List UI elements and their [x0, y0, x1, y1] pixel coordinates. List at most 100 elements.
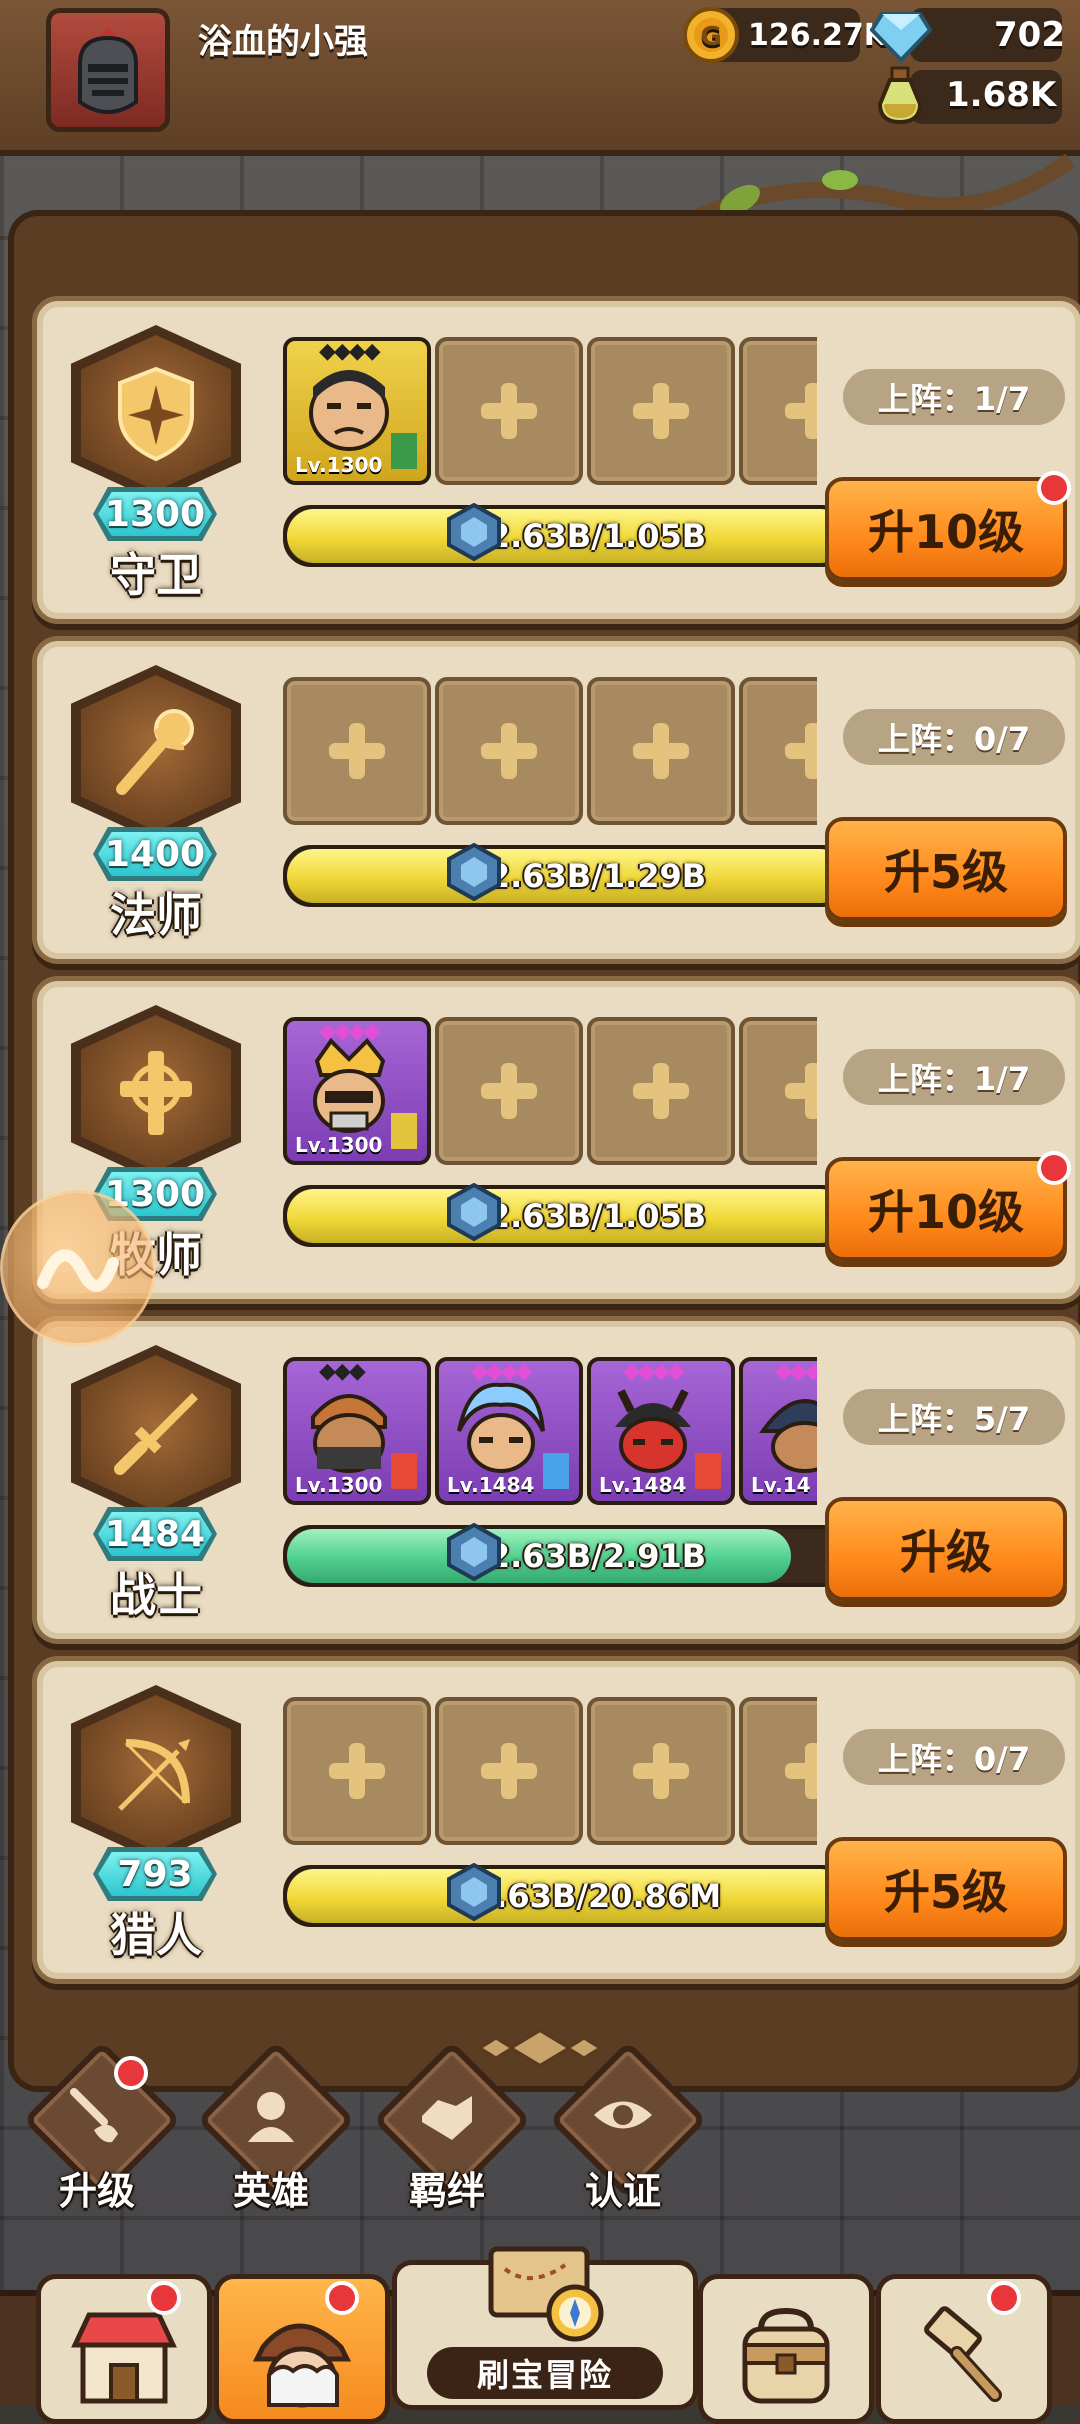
adventure-label: 刷宝冒险: [427, 2347, 663, 2399]
class-badge: [71, 665, 241, 841]
hero-slots: ◆◆◆◆ Lv.1300: [283, 337, 817, 487]
shield-icon: [118, 366, 194, 462]
empty-slot-add[interactable]: [739, 677, 817, 825]
hero-slot-filled[interactable]: ◆◆◆◆ Lv.1300: [283, 1017, 431, 1165]
top-bar: 浴血的小强 G 126.27K 702 1.68K: [0, 0, 1080, 156]
plus-icon: [329, 1743, 385, 1799]
plus-icon: [633, 383, 689, 439]
level-up-button[interactable]: 升5级: [825, 1837, 1067, 1941]
upgrade-progress-bar: 2.63B/1.29B: [283, 845, 851, 907]
notification-dot: [1037, 471, 1071, 505]
diamond-icon: [870, 12, 932, 63]
subnav-label: 羁绊: [408, 2169, 485, 2213]
player-avatar[interactable]: [46, 8, 170, 132]
adventure-button[interactable]: 刷宝冒险: [392, 2246, 698, 2410]
hero-slots: [283, 1697, 817, 1847]
empty-slot-add[interactable]: [587, 1017, 735, 1165]
level-up-button[interactable]: 升10级: [825, 1157, 1067, 1261]
upgrade-stone-icon: [447, 1523, 501, 1581]
upgrade-progress-bar: 2.63B/1.05B: [283, 1185, 851, 1247]
empty-slot-add[interactable]: [435, 677, 583, 825]
hero-slots: ◆◆◆ Lv.1300 ◆◆◆◆ Lv.1484 ◆◆◆◆ Lv.1484 ◆◆…: [283, 1357, 817, 1507]
level-up-button[interactable]: 升10级: [825, 477, 1067, 581]
empty-slot-add[interactable]: [587, 677, 735, 825]
sword-icon: [114, 1393, 198, 1475]
class-name: 战士: [110, 1568, 202, 1622]
class-badge: [71, 1685, 241, 1861]
plus-icon: [481, 383, 537, 439]
class-card-guard: 1300 守卫 ◆◆◆◆ Lv.1300 上阵：1/7 2.63B/1.05B: [32, 296, 1080, 624]
plus-icon: [785, 723, 817, 779]
class-level-badge: 1400: [93, 827, 217, 881]
tab-forge[interactable]: [876, 2274, 1052, 2424]
hero-level: Lv.1484: [599, 1473, 687, 1497]
hero-slot-filled[interactable]: ◆◆◆◆ Lv.1300: [283, 337, 431, 485]
tab-hero[interactable]: [214, 2274, 390, 2424]
class-card-hunter: 793 猎人 上阵：0/7 2.63B/20.86M 升5级: [32, 1656, 1080, 1984]
subnav-certify[interactable]: 认证: [548, 2040, 708, 2213]
subnav-upgrade[interactable]: 升级: [22, 2040, 182, 2213]
knight-helmet-icon: [78, 28, 138, 115]
subnav-bond[interactable]: 羁绊: [372, 2040, 532, 2213]
empty-slot-add[interactable]: [435, 337, 583, 485]
hero-slots: [283, 677, 817, 827]
class-badge: [71, 1345, 241, 1521]
hero-level: Lv.1300: [295, 1133, 383, 1157]
sword-shield-icon: [70, 2088, 118, 2143]
empty-slot-add[interactable]: [435, 1697, 583, 1845]
deploy-count: 上阵：5/7: [843, 1389, 1065, 1445]
plus-icon: [785, 383, 817, 439]
deploy-count: 上阵：0/7: [843, 709, 1065, 765]
level-up-button[interactable]: 升5级: [825, 817, 1067, 921]
tab-bag[interactable]: [698, 2274, 874, 2424]
class-upgrade-panel: 1300 守卫 ◆◆◆◆ Lv.1300 上阵：1/7 2.63B/1.05B: [8, 210, 1080, 2092]
notification-dot: [325, 2281, 359, 2315]
hero-slot-filled[interactable]: ◆◆◆ Lv.14: [739, 1357, 817, 1505]
diamond-counter[interactable]: 702: [870, 6, 1065, 64]
plus-icon: [633, 1063, 689, 1119]
level-up-button[interactable]: 升级: [825, 1497, 1067, 1601]
upgrade-progress-bar: 2.63B/1.05B: [283, 505, 851, 567]
hero-slots: ◆◆◆◆ Lv.1300: [283, 1017, 817, 1167]
bow-icon: [118, 1739, 190, 1811]
empty-slot-add[interactable]: [435, 1017, 583, 1165]
deploy-count: 上阵：1/7: [843, 369, 1065, 425]
class-name: 守卫: [110, 548, 202, 602]
upgrade-progress-bar: 2.63B/20.86M: [283, 1865, 851, 1927]
hero-slot-filled[interactable]: ◆◆◆ Lv.1300: [283, 1357, 431, 1505]
hero-slot-filled[interactable]: ◆◆◆◆ Lv.1484: [435, 1357, 583, 1505]
floating-assistant-button[interactable]: [0, 1190, 156, 1346]
holy-cross-icon: [120, 1051, 192, 1135]
notification-dot: [1037, 1151, 1071, 1185]
eye-icon: [594, 2101, 652, 2129]
subnav-label: 升级: [58, 2169, 135, 2213]
empty-slot-add[interactable]: [283, 677, 431, 825]
subnav-hero[interactable]: 英雄: [196, 2040, 356, 2213]
empty-slot-add[interactable]: [739, 1697, 817, 1845]
plus-icon: [329, 723, 385, 779]
upgrade-stone-icon: [447, 1183, 501, 1241]
progress-text: 2.63B/20.86M: [472, 1877, 722, 1915]
handshake-icon: [422, 2096, 472, 2140]
potion-counter[interactable]: 1.68K: [872, 64, 1056, 126]
plus-icon: [481, 723, 537, 779]
hero-slot-filled[interactable]: ◆◆◆◆ Lv.1484: [587, 1357, 735, 1505]
progress-text: 2.63B/1.29B: [487, 857, 707, 895]
upgrade-progress-bar: 2.63B/2.91B: [283, 1525, 851, 1587]
empty-slot-add[interactable]: [739, 1017, 817, 1165]
gold-coin-icon: G: [683, 7, 739, 63]
empty-slot-add[interactable]: [587, 337, 735, 485]
empty-slot-add[interactable]: [283, 1697, 431, 1845]
class-card-mage: 1400 法师 上阵：0/7 2.63B/1.29B 升5级: [32, 636, 1080, 964]
gold-counter[interactable]: G 126.27K: [682, 6, 887, 64]
class-badge: [71, 325, 241, 501]
hero-icon: [248, 2092, 294, 2142]
empty-slot-add[interactable]: [587, 1697, 735, 1845]
tab-shop[interactable]: [36, 2274, 212, 2424]
class-level-badge: 793: [93, 1847, 217, 1901]
plus-icon: [785, 1743, 817, 1799]
class-name: 法师: [110, 888, 202, 942]
potion-bottle-icon: [877, 66, 923, 125]
svg-text:G: G: [700, 22, 721, 52]
empty-slot-add[interactable]: [739, 337, 817, 485]
